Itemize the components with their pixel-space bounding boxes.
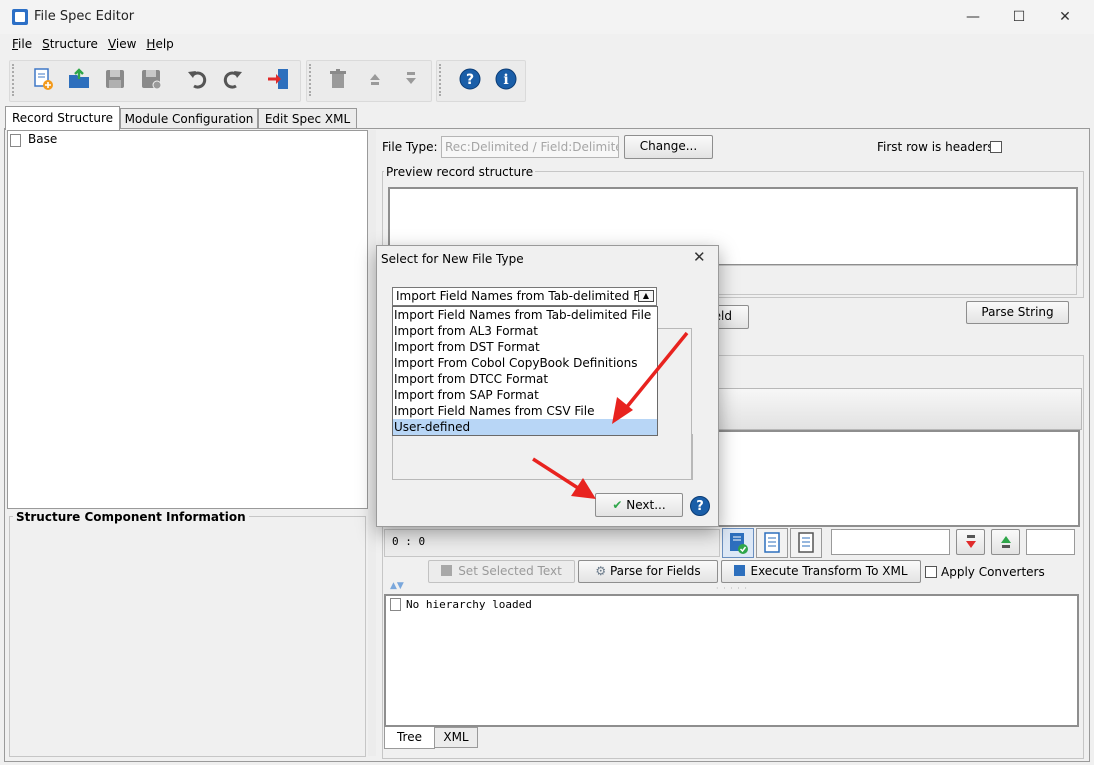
file-type-combo[interactable]: Import Field Names from Tab-delimited Fi… [392, 287, 657, 306]
option-user-defined[interactable]: User-defined [393, 419, 657, 435]
redo-icon[interactable] [218, 64, 248, 94]
menu-view[interactable]: View [104, 35, 142, 55]
hierarchy-message: No hierarchy loaded [406, 598, 532, 611]
undo-icon[interactable] [182, 64, 212, 94]
menu-bar: File Structure View Help [8, 35, 180, 55]
save-as-icon[interactable] [136, 64, 166, 94]
tab-xml[interactable]: XML [434, 727, 478, 748]
menu-structure[interactable]: Structure [38, 35, 104, 55]
move-up-icon[interactable] [360, 64, 390, 94]
splitter[interactable] [368, 130, 376, 756]
maximize-button[interactable]: ☐ [996, 4, 1042, 30]
execute-transform-button[interactable]: Execute Transform To XML [721, 560, 921, 583]
tab-tree[interactable]: Tree [384, 727, 435, 749]
text-select-icon [441, 565, 453, 576]
menu-file[interactable]: File [8, 35, 38, 55]
new-file-type-dialog: Select for New File Type ✕ Import Field … [376, 245, 719, 527]
tab-module-configuration[interactable]: Module Configuration [120, 108, 258, 129]
first-row-label: First row is headers [877, 140, 994, 154]
option-sap[interactable]: Import from SAP Format [393, 387, 657, 403]
menu-help[interactable]: Help [142, 35, 179, 55]
file-type-options-list[interactable]: Import Field Names from Tab-delimited Fi… [392, 306, 658, 436]
dialog-title: Select for New File Type [381, 252, 524, 266]
exit-icon[interactable] [264, 64, 294, 94]
tab-edit-spec-xml[interactable]: Edit Spec XML [258, 108, 357, 129]
document-icon [10, 134, 21, 147]
field-index-box[interactable] [1026, 529, 1075, 555]
option-al3[interactable]: Import from AL3 Format [393, 323, 657, 339]
window-title: File Spec Editor [34, 9, 135, 24]
save-icon[interactable] [100, 64, 130, 94]
document-outline-icon[interactable] [790, 528, 822, 558]
dialog-content-border [658, 328, 692, 479]
move-down-red-icon[interactable] [956, 529, 985, 555]
parse-string-button[interactable]: Parse String [966, 301, 1069, 324]
move-up-green-icon[interactable] [991, 529, 1020, 555]
transform-icon [734, 565, 746, 576]
gear-icon: ⚙ [595, 564, 607, 578]
set-selected-text-button[interactable]: Set Selected Text [428, 560, 575, 583]
collapse-arrows-icon[interactable]: ▲▼ [390, 581, 404, 591]
toolbar-grip[interactable] [309, 64, 314, 96]
file-type-field[interactable]: Rec:Delimited / Field:Delimited [441, 136, 619, 158]
preview-title: Preview record structure [384, 165, 536, 179]
combo-arrow-icon[interactable]: ▲ [638, 290, 654, 302]
search-field[interactable] [831, 529, 950, 555]
svg-text:?: ? [466, 72, 474, 88]
tree-node-base[interactable]: Base [28, 132, 57, 146]
first-row-checkbox[interactable] [990, 141, 1002, 153]
validated-doc-icon[interactable] [722, 528, 754, 558]
option-cobol-copybook[interactable]: Import From Cobol CopyBook Definitions [393, 355, 657, 371]
title-bar [0, 0, 1094, 34]
minimize-button[interactable]: — [950, 4, 996, 30]
dialog-close-icon[interactable]: ✕ [693, 248, 706, 266]
structure-info-panel [9, 516, 366, 757]
dialog-content-area [392, 434, 693, 480]
svg-text:i: i [503, 72, 508, 88]
dialog-help-icon[interactable]: ? [690, 496, 710, 516]
close-button[interactable]: ✕ [1042, 4, 1088, 30]
option-dtcc[interactable]: Import from DTCC Format [393, 371, 657, 387]
document-list-icon[interactable] [756, 528, 788, 558]
help-icon[interactable]: ? [455, 64, 485, 94]
toolbar-grip[interactable] [439, 64, 444, 96]
checkmark-icon: ✔ [612, 498, 623, 512]
toolbar-grip[interactable] [12, 64, 17, 96]
file-type-label: File Type: [382, 140, 438, 154]
option-csv[interactable]: Import Field Names from CSV File [393, 403, 657, 419]
delete-icon[interactable] [323, 64, 353, 94]
app-icon [12, 9, 28, 25]
move-down-icon[interactable] [396, 64, 426, 94]
structure-info-title: Structure Component Information [13, 510, 249, 524]
open-file-icon[interactable] [64, 64, 94, 94]
splitter-grip[interactable]: · · · · · [716, 584, 748, 593]
cursor-position: 0 : 0 [392, 535, 426, 548]
parse-for-fields-button[interactable]: ⚙ Parse for Fields [578, 560, 718, 583]
position-bar [384, 529, 720, 557]
hierarchy-tree[interactable] [384, 594, 1079, 727]
tab-record-structure[interactable]: Record Structure [5, 106, 120, 130]
document-icon [390, 598, 401, 611]
next-button[interactable]: ✔ Next... [595, 493, 683, 517]
record-tree[interactable] [7, 130, 368, 509]
change-button[interactable]: Change... [624, 135, 713, 159]
apply-converters-checkbox[interactable] [925, 566, 937, 578]
info-icon[interactable]: i [491, 64, 521, 94]
new-file-icon[interactable] [28, 64, 58, 94]
option-tab-delimited[interactable]: Import Field Names from Tab-delimited Fi… [393, 307, 657, 323]
apply-converters-label: Apply Converters [941, 565, 1045, 579]
option-dst[interactable]: Import from DST Format [393, 339, 657, 355]
